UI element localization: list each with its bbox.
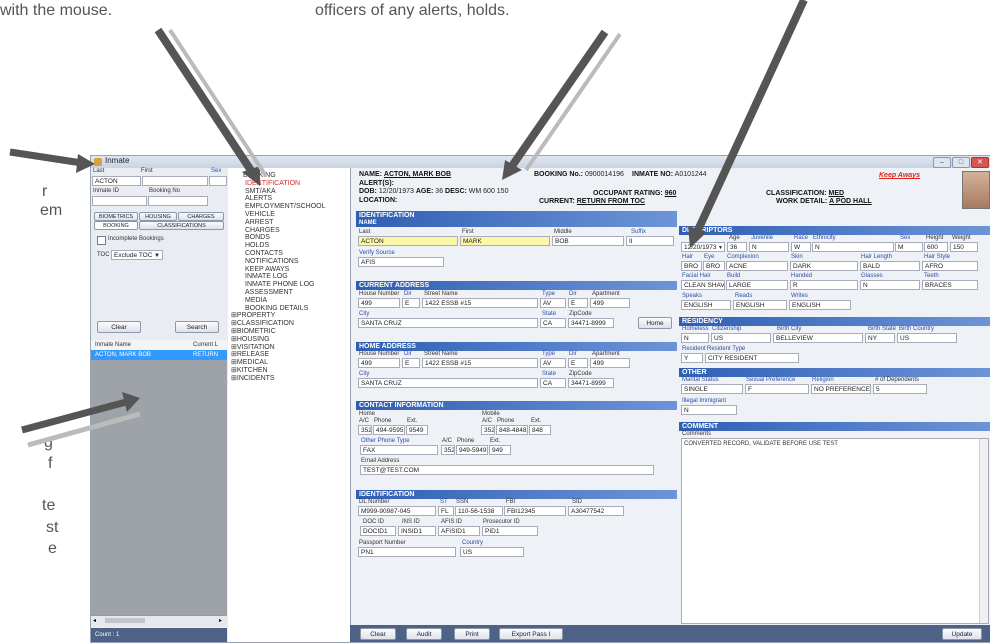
arrow-to-search-panel <box>9 148 95 173</box>
arrow-to-results <box>21 392 141 448</box>
arrow-to-descriptors <box>688 0 808 248</box>
arrow-to-header <box>502 29 622 180</box>
arrow-to-nav-tree <box>154 27 268 186</box>
annotation-arrows <box>9 0 808 448</box>
